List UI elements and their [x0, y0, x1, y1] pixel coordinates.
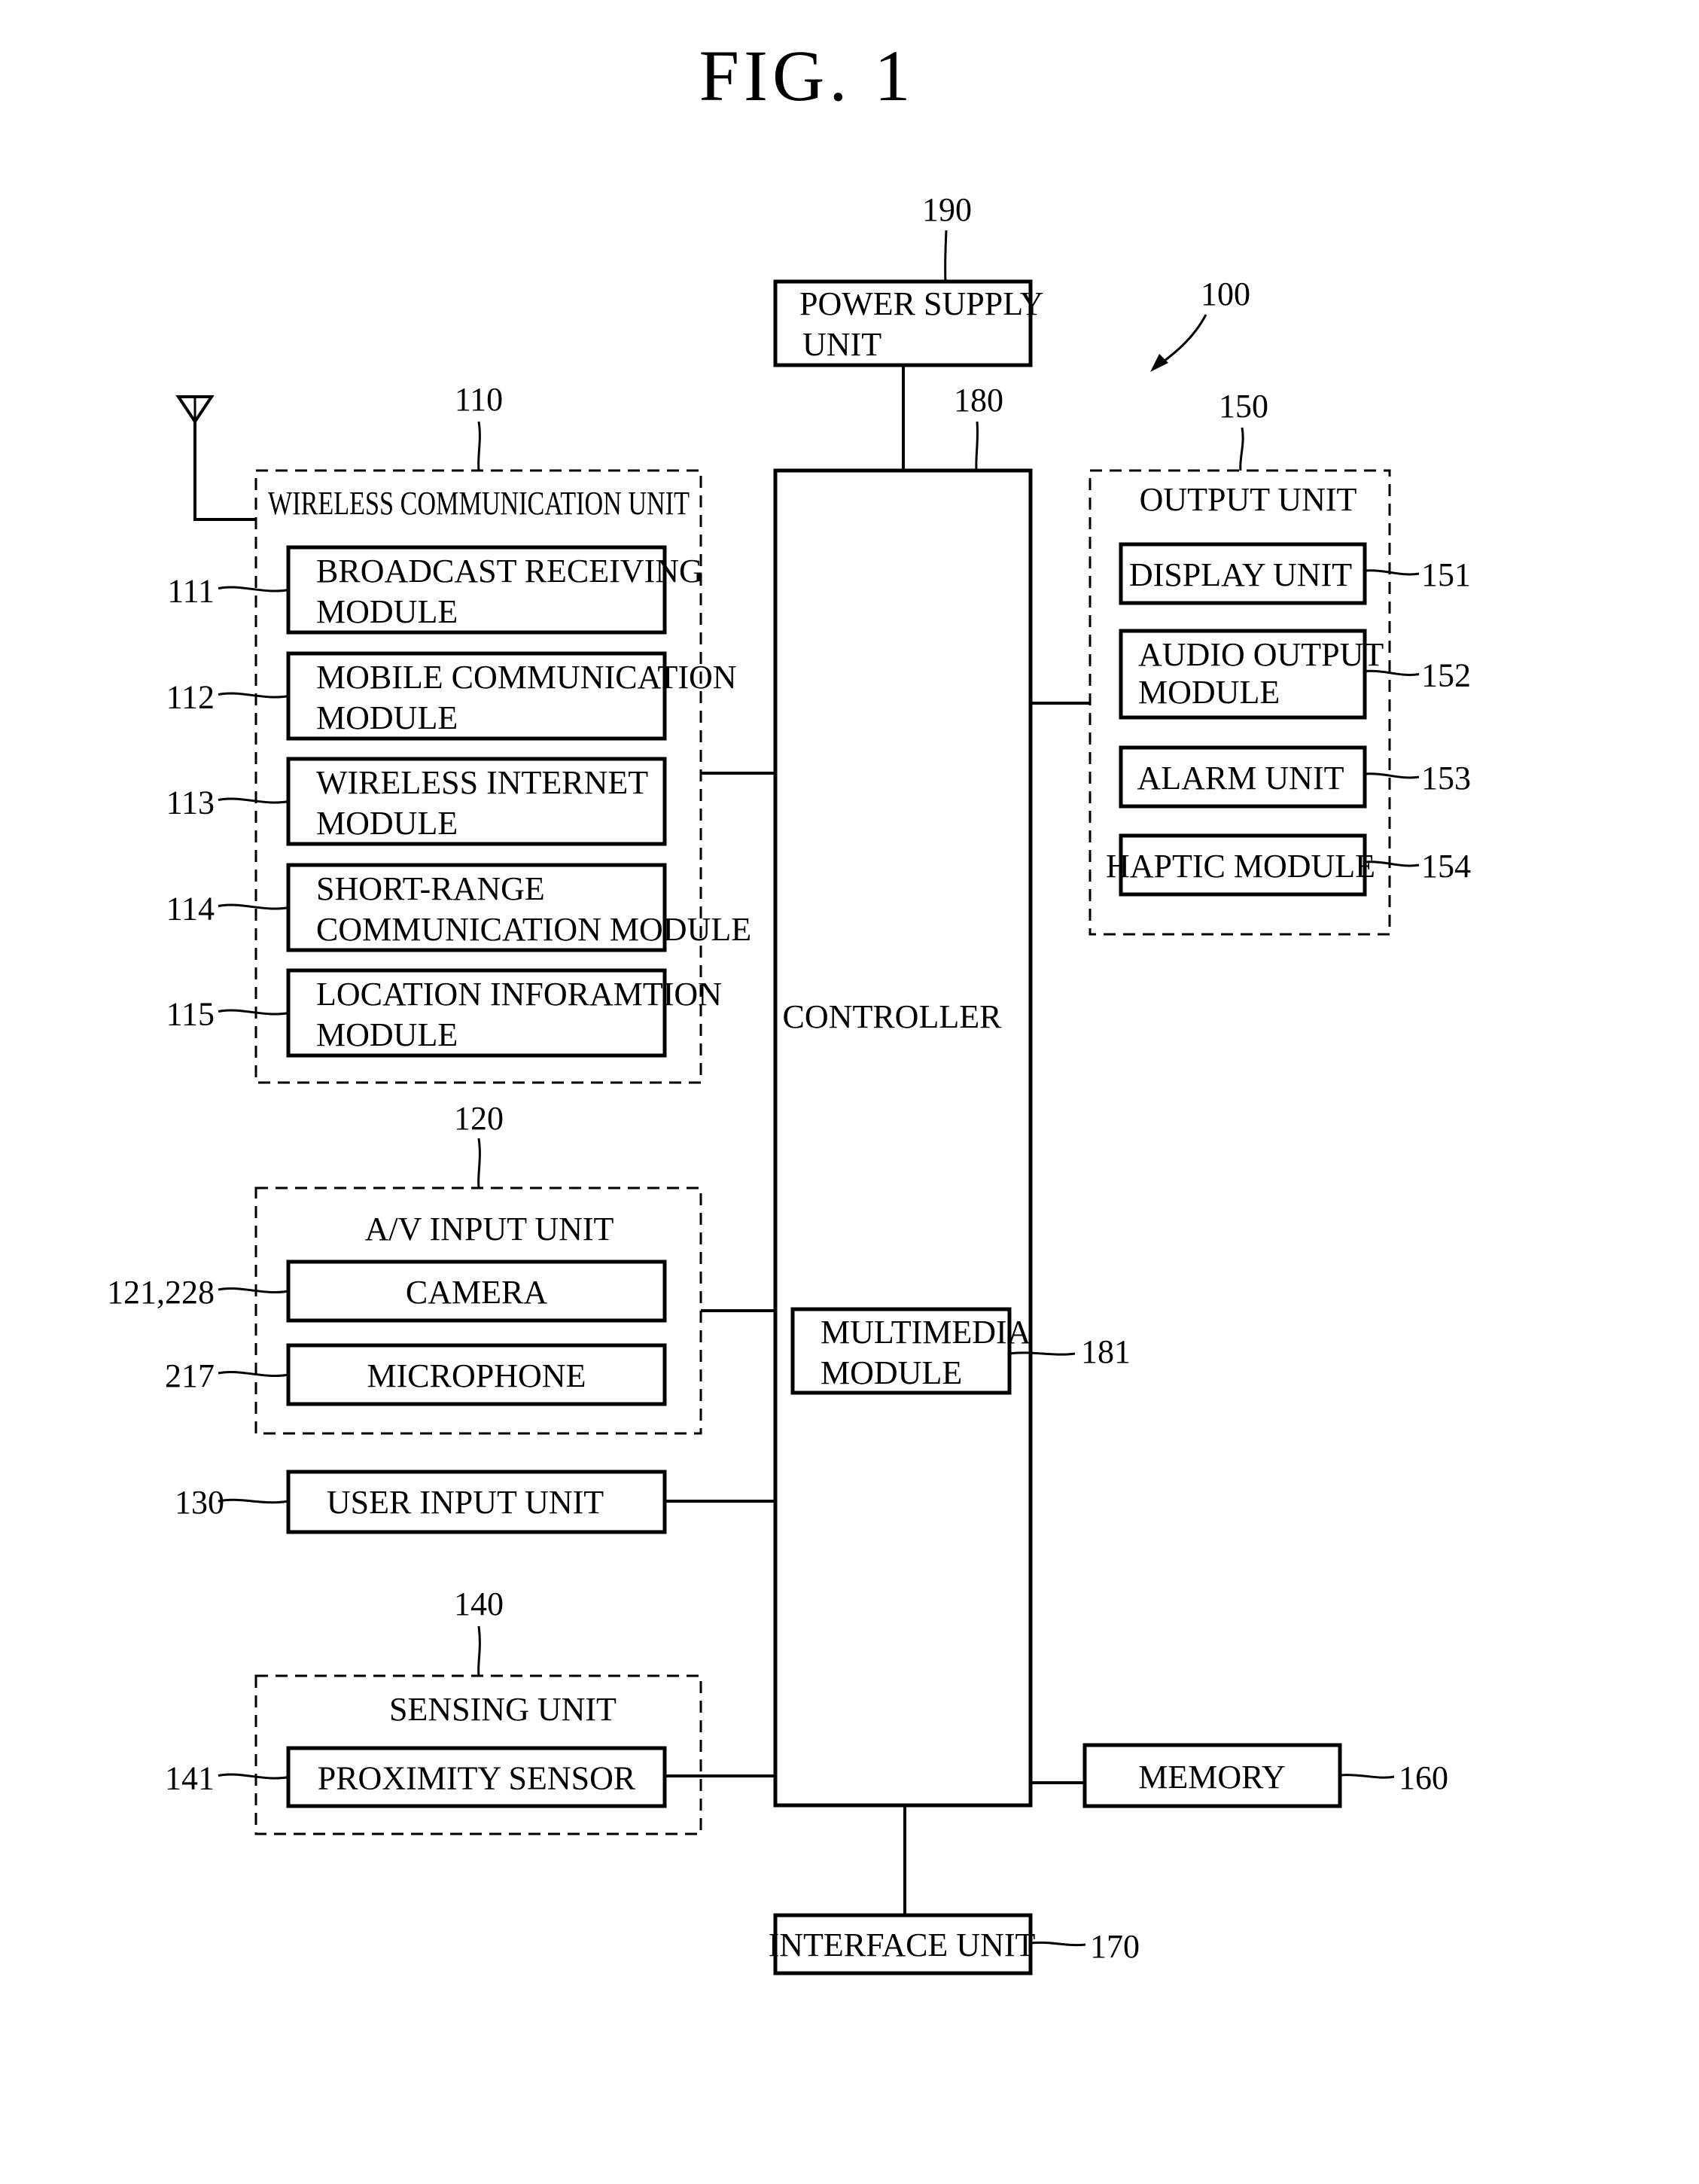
- multimedia-label-1: MULTIMEDIA: [821, 1314, 1031, 1351]
- ref-memory: 160: [1399, 1759, 1448, 1796]
- av-input-module-label: MICROPHONE: [367, 1357, 586, 1394]
- wireless-module[interactable]: WIRELESS INTERNET MODULE: [286, 757, 667, 846]
- ref-output-module: 152: [1421, 657, 1471, 694]
- ref-wireless-module: 111: [167, 573, 215, 610]
- output-module[interactable]: AUDIO OUTPUTMODULE: [1119, 629, 1384, 720]
- memory-leader: [1339, 1774, 1395, 1779]
- user-input-label: USER INPUT UNIT: [327, 1484, 604, 1521]
- wireless-module-label: MODULE: [316, 805, 458, 842]
- output-module-label: ALARM UNIT: [1137, 760, 1344, 797]
- ref-interface: 170: [1090, 1928, 1140, 1965]
- wireless-module-label: BROADCAST RECEIVING: [316, 553, 703, 589]
- ref-wireless-module: 115: [166, 996, 215, 1033]
- wireless-leader: [218, 903, 289, 910]
- output-leader: [1239, 427, 1244, 471]
- output-leader: [1364, 569, 1420, 576]
- user-input-leader: [218, 1498, 289, 1504]
- ref-wireless-module: 113: [166, 784, 215, 821]
- av-input-module[interactable]: CAMERA: [286, 1260, 667, 1323]
- wireless-module-label: MODULE: [316, 699, 458, 736]
- antenna-icon: [175, 395, 256, 521]
- wireless-leader: [477, 421, 481, 471]
- user-input-unit[interactable]: USER INPUT UNIT: [286, 1470, 667, 1534]
- output-module-label: HAPTIC MODULE: [1106, 848, 1375, 885]
- ref-output-module: 153: [1421, 760, 1471, 797]
- av-input-leader: [477, 1138, 481, 1189]
- power-supply-label-1: POWER SUPPLY: [799, 285, 1043, 322]
- av-input-leader: [218, 1287, 289, 1294]
- av-input-module[interactable]: MICROPHONE: [286, 1343, 667, 1406]
- sensing-title: SENSING UNIT: [389, 1691, 617, 1728]
- output-leader: [1364, 772, 1420, 779]
- ref-output: 150: [1219, 388, 1268, 425]
- ref-av-input-module: 121,228: [107, 1274, 215, 1311]
- ref-output-module: 154: [1421, 848, 1471, 885]
- wireless-module[interactable]: LOCATION INFORAMTIONMODULE: [286, 968, 722, 1058]
- wireless-leader: [218, 586, 289, 592]
- sensing-module-label: PROXIMITY SENSOR: [318, 1760, 636, 1797]
- wireless-module-label: COMMUNICATION MODULE: [316, 911, 751, 948]
- ref-sensing-module: 141: [165, 1760, 215, 1797]
- interface-label: INTERFACE UNIT: [769, 1927, 1036, 1963]
- wireless-module-label: SHORT-RANGE: [316, 870, 545, 907]
- output-module-label: DISPLAY UNIT: [1129, 556, 1352, 593]
- ref-sensing: 140: [454, 1585, 504, 1622]
- memory[interactable]: MEMORY: [1082, 1743, 1342, 1808]
- memory-label: MEMORY: [1138, 1759, 1286, 1796]
- output-module-label: MODULE: [1138, 674, 1280, 711]
- controller-leader: [975, 421, 979, 471]
- wireless-module-label: WIRELESS INTERNET: [316, 764, 648, 801]
- av-input-module-label: CAMERA: [406, 1274, 547, 1311]
- device-ref-arrowhead: [1150, 354, 1168, 372]
- output-module[interactable]: DISPLAY UNIT: [1119, 542, 1367, 605]
- ref-user-input: 130: [175, 1484, 224, 1521]
- output-module[interactable]: HAPTIC MODULE: [1106, 833, 1375, 897]
- sensing-module[interactable]: PROXIMITY SENSOR: [286, 1746, 667, 1808]
- output-module-label: AUDIO OUTPUT: [1138, 636, 1384, 673]
- ref-wireless-module: 112: [166, 679, 215, 716]
- ref-controller: 180: [954, 382, 1003, 419]
- interface-unit[interactable]: INTERFACE UNIT: [769, 1913, 1036, 1975]
- sensing-leader: [218, 1773, 289, 1780]
- output-title: OUTPUT UNIT: [1140, 481, 1357, 518]
- block-diagram: FIG. 1 100 190 POWER SUPPLY UNIT 180 CON…: [107, 35, 1471, 1975]
- power-supply-leader: [944, 230, 948, 282]
- sensing-leader: [477, 1625, 481, 1677]
- interface-leader: [1030, 1941, 1086, 1947]
- wireless-leader: [218, 1009, 289, 1016]
- multimedia-label-2: MODULE: [821, 1354, 962, 1391]
- ref-wireless: 110: [455, 381, 503, 418]
- power-supply-unit[interactable]: POWER SUPPLY UNIT: [773, 279, 1043, 367]
- controller-label: CONTROLLER: [783, 998, 1003, 1035]
- wireless-leader: [218, 797, 289, 804]
- wireless-module-label: MODULE: [316, 593, 458, 630]
- controller[interactable]: CONTROLLER: [773, 468, 1033, 1808]
- ref-device: 100: [1201, 276, 1250, 312]
- ref-av-input: 120: [454, 1100, 504, 1137]
- wireless-module[interactable]: BROADCAST RECEIVING MODULE: [286, 545, 703, 635]
- ref-multimedia: 181: [1081, 1333, 1131, 1370]
- wireless-module-label: MODULE: [316, 1016, 458, 1053]
- wireless-leader: [218, 692, 289, 699]
- ref-wireless-module: 114: [166, 891, 215, 928]
- multimedia-module[interactable]: MULTIMEDIA MODULE: [790, 1307, 1031, 1395]
- figure-title: FIG. 1: [699, 35, 915, 116]
- output-module[interactable]: ALARM UNIT: [1119, 745, 1367, 809]
- av-input-leader: [218, 1370, 289, 1378]
- ref-output-module: 151: [1421, 556, 1471, 593]
- ref-av-input-module: 217: [165, 1357, 215, 1394]
- wireless-module-label: LOCATION INFORAMTION: [316, 976, 722, 1013]
- av-input-title: A/V INPUT UNIT: [365, 1211, 614, 1247]
- ref-power-supply: 190: [922, 191, 972, 228]
- power-supply-label-2: UNIT: [802, 326, 881, 363]
- wireless-title: WIRELESS COMMUNICATION UNIT: [268, 485, 690, 522]
- wireless-module[interactable]: MOBILE COMMUNICATIONMODULE: [286, 651, 737, 741]
- wireless-module[interactable]: SHORT-RANGE COMMUNICATION MODULE: [286, 863, 751, 952]
- wireless-module-label: MOBILE COMMUNICATION: [316, 659, 737, 696]
